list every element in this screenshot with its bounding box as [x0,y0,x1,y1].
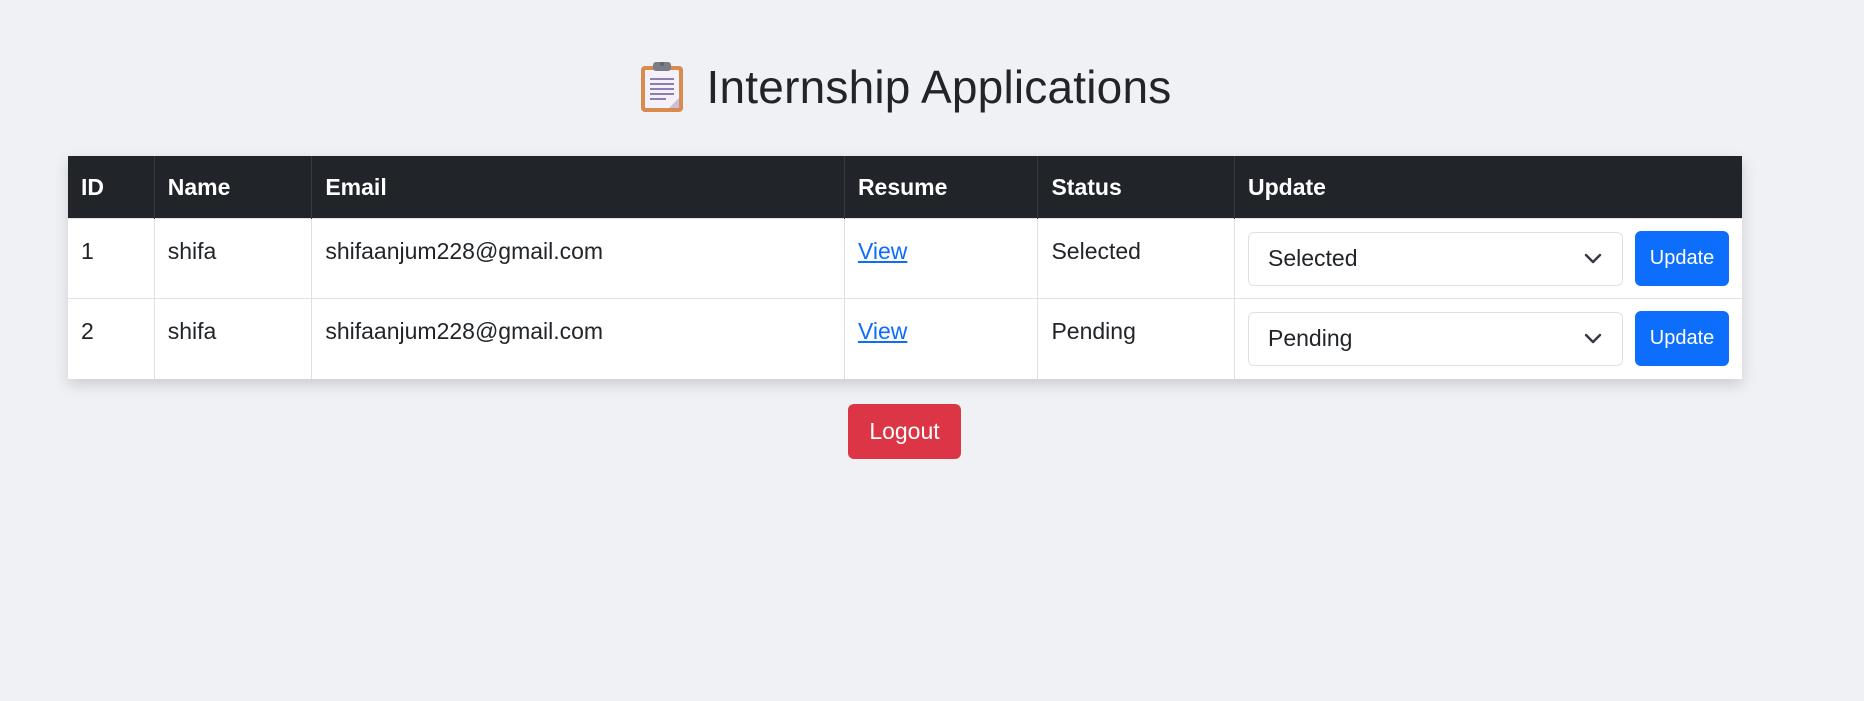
chevron-down-icon [1584,333,1602,343]
table-header-row: ID Name Email Resume Status Update [68,156,1742,219]
cell-update: Selected Update [1234,218,1742,299]
status-select-value: Pending [1268,325,1353,351]
cell-resume: View [844,298,1039,379]
page-header: Internship Applications [0,60,1810,114]
cell-status: Pending [1037,298,1235,379]
column-header-resume: Resume [844,156,1039,219]
update-button[interactable]: Update [1635,231,1729,286]
status-select[interactable]: Selected [1248,231,1623,286]
chevron-down-icon [1584,253,1602,263]
clipboard-icon [640,62,683,112]
cell-id: 2 [68,298,155,379]
column-header-id: ID [68,156,155,219]
page-title: Internship Applications [706,61,1172,113]
cell-email: shifaanjum228@gmail.com [311,298,845,379]
status-select-value: Selected [1268,245,1358,271]
cell-email: shifaanjum228@gmail.com [311,218,845,299]
column-header-update: Update [1234,156,1742,219]
resume-view-link[interactable]: View [858,238,907,264]
cell-update: Pending Update [1234,298,1742,379]
applications-table: ID Name Email Resume Status Update 1 shi… [68,156,1742,379]
logout-button[interactable]: Logout [848,404,961,459]
column-header-status: Status [1037,156,1235,219]
table-row: 2 shifa shifaanjum228@gmail.com View Pen… [68,298,1742,379]
status-select[interactable]: Pending [1248,311,1623,366]
cell-name: shifa [154,298,313,379]
update-button[interactable]: Update [1635,311,1729,366]
cell-resume: View [844,218,1039,299]
column-header-email: Email [311,156,845,219]
cell-name: shifa [154,218,313,299]
resume-view-link[interactable]: View [858,318,907,344]
cell-status: Selected [1037,218,1235,299]
table-row: 1 shifa shifaanjum228@gmail.com View Sel… [68,218,1742,299]
cell-id: 1 [68,218,155,299]
column-header-name: Name [154,156,313,219]
